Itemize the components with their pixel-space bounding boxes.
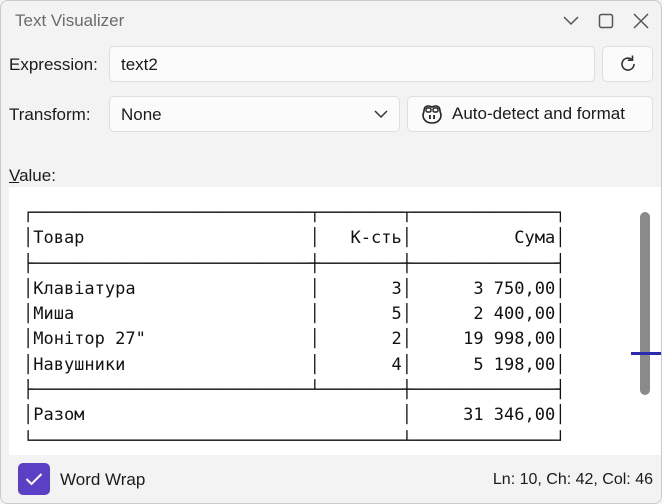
copilot-icon — [422, 105, 442, 124]
transform-select[interactable]: None — [109, 96, 400, 132]
close-icon — [633, 13, 649, 29]
transform-selected-value: None — [121, 105, 162, 124]
value-label-accesskey: V — [9, 166, 20, 185]
scrollbar-caret-marker — [631, 352, 661, 355]
editor-line: │Монітор 27" │ 2│ 19 998,00│ — [23, 329, 566, 350]
editor-line: ┌───────────────────────────┬────────┬──… — [23, 203, 566, 223]
editor-line: │Миша │ 5│ 2 400,00│ — [23, 304, 566, 325]
refresh-button[interactable] — [602, 46, 653, 82]
text-visualizer-window: Text Visualizer Expression: text2 Transf… — [0, 0, 662, 504]
value-label-rest: alue: — [19, 166, 56, 185]
value-text-editor[interactable]: ┌───────────────────────────┬────────┬──… — [9, 187, 661, 455]
editor-line: │Клавіатура │ 3│ 3 750,00│ — [23, 278, 566, 299]
auto-detect-format-button[interactable]: Auto-detect and format — [407, 96, 653, 132]
expression-input[interactable]: text2 — [109, 46, 595, 82]
transform-label: Transform: — [9, 105, 91, 124]
editor-line: │Навушники │ 4│ 5 198,00│ — [23, 354, 566, 375]
minimize-button[interactable] — [553, 5, 589, 37]
auto-detect-format-label: Auto-detect and format — [452, 104, 625, 123]
expression-value: text2 — [121, 55, 158, 74]
word-wrap-checkbox[interactable] — [18, 463, 50, 495]
value-text-content: ┌───────────────────────────┬────────┬──… — [23, 201, 565, 454]
title-bar: Text Visualizer — [1, 1, 661, 41]
editor-line: ├───────────────────────────┼────────┼──… — [23, 253, 566, 274]
refresh-icon — [620, 55, 635, 71]
chevron-down-icon — [374, 110, 388, 119]
editor-line: ├───────────────────────────┴────────┼──… — [23, 380, 566, 401]
maximize-button[interactable] — [588, 5, 624, 37]
cursor-position: Ln: 10, Ch: 42, Col: 46 — [492, 471, 653, 488]
window-title: Text Visualizer — [15, 11, 125, 30]
close-button[interactable] — [623, 5, 659, 37]
value-label: Value: — [9, 166, 56, 186]
chevron-down-icon — [563, 16, 579, 26]
editor-line: └────────────────────────────────────┴──… — [23, 430, 566, 451]
editor-line: │Товар │ К-сть│ Сума│ — [23, 228, 566, 249]
maximize-icon — [598, 13, 614, 29]
checkmark-icon — [25, 473, 43, 486]
vertical-scrollbar-thumb[interactable] — [640, 212, 650, 395]
status-bar: Word Wrap Ln: 10, Ch: 42, Col: 46 — [1, 456, 661, 503]
expression-label: Expression: — [9, 55, 98, 74]
word-wrap-label: Word Wrap — [60, 470, 146, 489]
editor-line: │Разом │ 31 346,00│ — [23, 405, 566, 426]
